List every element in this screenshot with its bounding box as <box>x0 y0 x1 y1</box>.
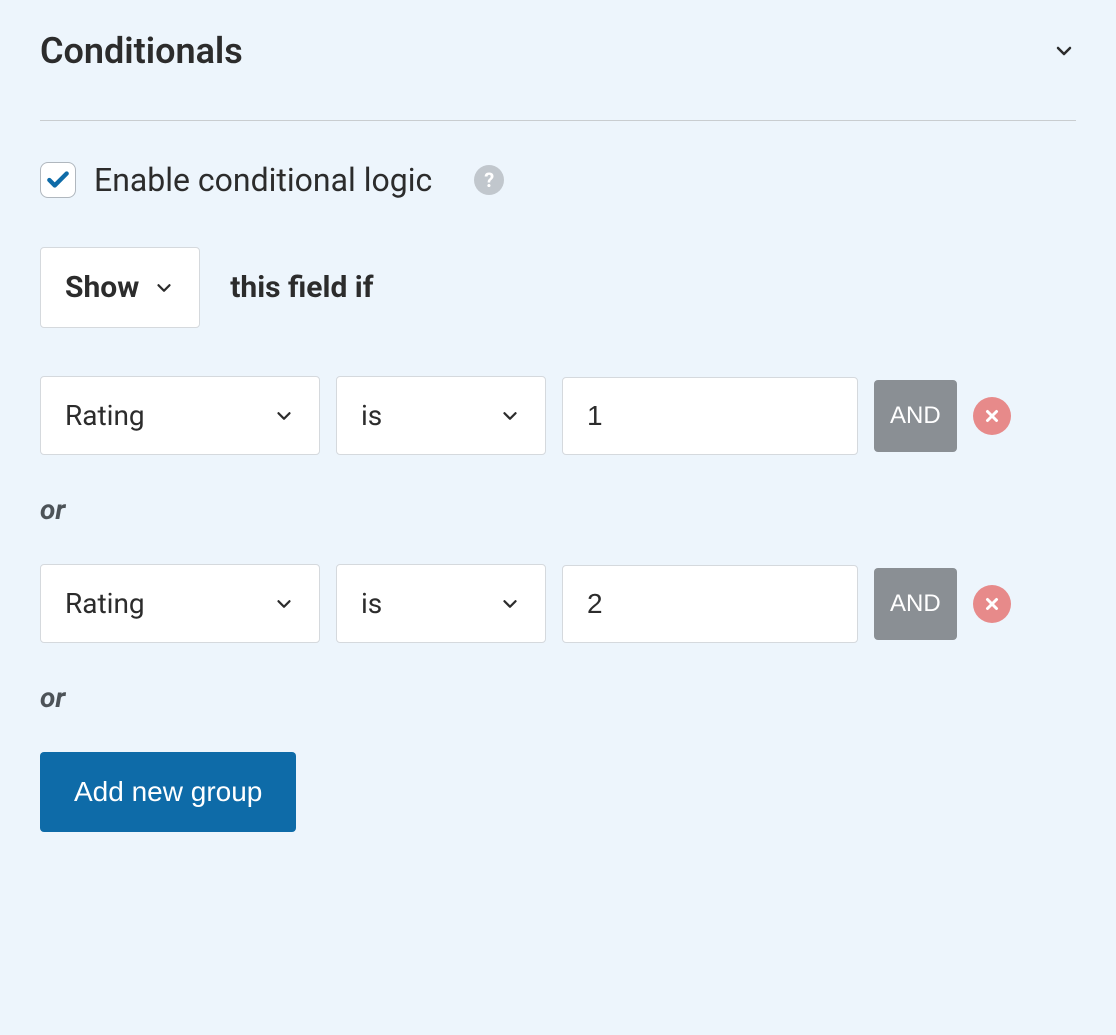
action-row: Show this field if <box>40 247 1076 328</box>
or-separator: or <box>40 493 1076 526</box>
rule-field-select[interactable]: Rating <box>40 564 320 643</box>
action-postfix: this field if <box>230 270 373 305</box>
rule-row: Rating is AND <box>40 564 1076 643</box>
add-group-button[interactable]: Add new group <box>40 752 296 832</box>
panel-title: Conditionals <box>40 30 243 72</box>
rule-operator-value: is <box>361 399 382 432</box>
action-select-value: Show <box>65 270 139 305</box>
enable-conditional-label: Enable conditional logic <box>94 161 432 199</box>
delete-rule-button[interactable] <box>973 397 1011 435</box>
or-separator: or <box>40 681 1076 714</box>
delete-rule-button[interactable] <box>973 585 1011 623</box>
chevron-down-icon <box>499 405 521 427</box>
enable-conditional-checkbox[interactable] <box>40 162 76 198</box>
rule-field-select[interactable]: Rating <box>40 376 320 455</box>
rule-value-input[interactable] <box>562 377 858 455</box>
and-button[interactable]: AND <box>874 568 957 640</box>
chevron-down-icon <box>1052 39 1076 63</box>
action-select[interactable]: Show <box>40 247 200 328</box>
rule-operator-select[interactable]: is <box>336 376 546 455</box>
rule-value-input[interactable] <box>562 565 858 643</box>
enable-conditional-row: Enable conditional logic ? <box>40 161 1076 199</box>
close-icon <box>983 407 1001 425</box>
close-icon <box>983 595 1001 613</box>
rule-field-value: Rating <box>65 399 145 432</box>
rule-row: Rating is AND <box>40 376 1076 455</box>
chevron-down-icon <box>273 593 295 615</box>
and-button[interactable]: AND <box>874 380 957 452</box>
chevron-down-icon <box>153 277 175 299</box>
chevron-down-icon <box>273 405 295 427</box>
help-icon[interactable]: ? <box>474 165 504 195</box>
conditionals-panel-header[interactable]: Conditionals <box>40 30 1076 121</box>
rule-field-value: Rating <box>65 587 145 620</box>
chevron-down-icon <box>499 593 521 615</box>
rule-operator-select[interactable]: is <box>336 564 546 643</box>
rule-operator-value: is <box>361 587 382 620</box>
